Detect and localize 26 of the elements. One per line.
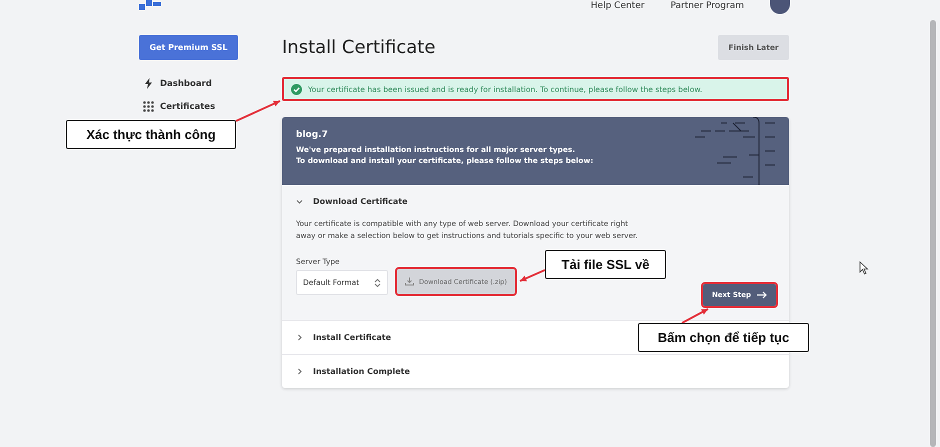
check-circle-icon [291, 84, 302, 94]
get-premium-button[interactable]: Get Premium SSL [139, 35, 238, 60]
page-title: Install Certificate [282, 37, 436, 58]
nav-link[interactable]: Help Center [590, 0, 644, 10]
callout-label: Bấm chọn để tiếp tục [638, 323, 809, 352]
callout-arrow [236, 100, 280, 122]
domain-name: blog.7 [296, 130, 329, 140]
lightning-bolt-icon [143, 78, 154, 89]
scrollbar[interactable] [930, 20, 936, 447]
avatar[interactable] [770, 0, 790, 14]
sidebar-item[interactable]: Certificates [160, 99, 216, 114]
arrow-right-icon [757, 291, 767, 299]
step-title[interactable]: Install Certificate [313, 333, 392, 342]
dot-grid-icon [143, 101, 154, 112]
step-title[interactable]: Download Certificate [313, 197, 408, 206]
callout-label: Xác thực thành công [66, 120, 236, 149]
mouse-pointer-icon [859, 261, 869, 275]
nav-link[interactable]: Partner Program [670, 0, 744, 10]
callout-arrow [520, 269, 546, 282]
logo-icon [139, 0, 161, 10]
callout-arrow [682, 308, 708, 324]
sidebar-item[interactable]: Dashboard [160, 76, 212, 91]
up-down-chevron-icon [374, 278, 381, 288]
callout-label: Tải file SSL về [545, 250, 666, 279]
step-title[interactable]: Installation Complete [313, 367, 410, 376]
download-icon [405, 277, 414, 286]
